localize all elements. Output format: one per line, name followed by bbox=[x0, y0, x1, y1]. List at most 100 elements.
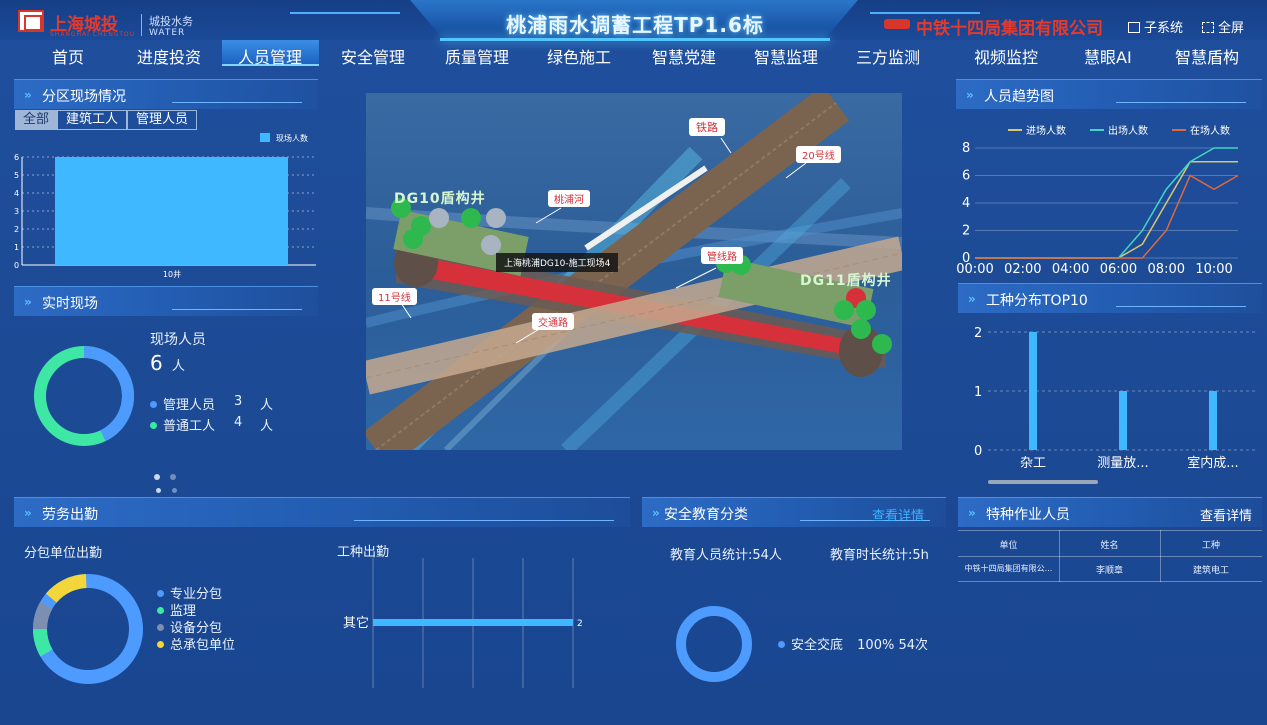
marker-icon[interactable] bbox=[856, 300, 876, 320]
y-tick-label: 6 bbox=[14, 153, 19, 162]
tab-workers[interactable]: 建筑工人 bbox=[57, 110, 127, 130]
legend-label: 监理 bbox=[170, 604, 197, 619]
chevron-right-icon: » bbox=[24, 88, 32, 102]
carousel-dot-1[interactable] bbox=[154, 474, 160, 480]
nav-item-supervision[interactable]: 智慧监理 bbox=[754, 44, 818, 68]
donut-segment-supervision bbox=[32, 574, 143, 684]
marker-icon[interactable] bbox=[486, 208, 506, 228]
subsystem-button[interactable]: 子系统 bbox=[1128, 17, 1183, 36]
leader-line bbox=[720, 137, 732, 154]
nav-item-safety[interactable]: 安全管理 bbox=[341, 44, 405, 68]
carousel-dot-3[interactable] bbox=[156, 488, 161, 493]
tab-managers[interactable]: 管理人员 bbox=[127, 110, 197, 130]
bar-other[interactable] bbox=[373, 619, 573, 626]
fullscreen-label: 全屏 bbox=[1218, 21, 1245, 36]
row-value: 3 bbox=[234, 394, 243, 409]
nav-item-party[interactable]: 智慧党建 bbox=[652, 44, 716, 68]
special-table: 单位 姓名 工种 中铁十四局集团有限公... 李顺章 建筑电工 bbox=[958, 530, 1262, 582]
safety-stat-time: 教育时长统计:5h bbox=[830, 548, 929, 563]
donut-segment-general bbox=[33, 574, 143, 684]
chevron-right-icon: » bbox=[24, 295, 32, 309]
marker-icon[interactable] bbox=[872, 334, 892, 354]
labor-donut bbox=[32, 574, 143, 684]
chevron-right-icon: » bbox=[968, 506, 976, 520]
bar-1[interactable] bbox=[1119, 391, 1127, 450]
legend-item: 专业分包 bbox=[157, 586, 235, 603]
row-name: 普通工人 bbox=[163, 419, 216, 434]
x-tick-label: 00:00 bbox=[956, 262, 993, 277]
marker-icon[interactable] bbox=[461, 208, 481, 228]
logo-divider bbox=[141, 14, 142, 36]
nav-item-monitoring[interactable]: 三方监测 bbox=[856, 44, 920, 68]
nav-item-ai[interactable]: 慧眼AI bbox=[1084, 44, 1132, 68]
legend-swatch bbox=[260, 133, 270, 142]
series-line-0[interactable] bbox=[975, 161, 1238, 259]
special-panel-title: 特种作业人员 bbox=[986, 507, 1070, 523]
legend-label: 出场人数 bbox=[1108, 124, 1148, 137]
marker-icon[interactable] bbox=[403, 229, 423, 249]
table-header-name: 姓名 bbox=[1100, 541, 1119, 551]
map-label-road: 交通路 bbox=[532, 313, 574, 330]
marker-icon[interactable] bbox=[851, 319, 871, 339]
nav-item-green[interactable]: 绿色施工 bbox=[547, 44, 611, 68]
y-tick-label: 3 bbox=[14, 207, 19, 216]
bar-2[interactable] bbox=[1209, 391, 1217, 450]
worktype-scrollbar[interactable] bbox=[988, 480, 1098, 484]
legend-dot bbox=[157, 590, 164, 597]
bar-0[interactable] bbox=[1029, 332, 1037, 450]
worktype-panel-title: 工种分布TOP10 bbox=[986, 293, 1088, 309]
marker-icon[interactable] bbox=[834, 300, 854, 320]
subsystem-label: 子系统 bbox=[1144, 21, 1184, 36]
zone-bar-chart: 6 5 4 3 2 1 0 10井 现场人数 bbox=[14, 133, 316, 279]
realtime-count-unit: 人 bbox=[171, 359, 185, 374]
y-tick-label: 4 bbox=[14, 189, 19, 198]
trend-panel-header: » 人员趋势图 bbox=[956, 79, 1262, 109]
realtime-donut bbox=[34, 346, 134, 446]
special-detail-link[interactable]: 查看详情 bbox=[1200, 505, 1252, 524]
x-tick-label: 室内成... bbox=[1187, 455, 1238, 471]
subsystem-icon bbox=[1128, 22, 1140, 33]
nav-item-home[interactable]: 首页 bbox=[52, 44, 84, 68]
nav-item-video[interactable]: 视频监控 bbox=[974, 44, 1038, 68]
legend-label: 现场人数 bbox=[276, 133, 308, 143]
header-deco-left bbox=[290, 12, 400, 14]
y-tick-label: 1 bbox=[14, 243, 19, 252]
y-tick-label: 0 bbox=[14, 261, 19, 270]
header-underline bbox=[1116, 102, 1246, 103]
legend-dot bbox=[150, 422, 157, 429]
marker-icon[interactable] bbox=[481, 235, 501, 255]
x-tick-label: 04:00 bbox=[1052, 262, 1089, 277]
nav-item-personnel[interactable]: 人员管理 bbox=[238, 44, 302, 68]
realtime-row-workers: 普通工人 4 人 bbox=[150, 415, 290, 434]
tab-all[interactable]: 全部 bbox=[15, 110, 57, 130]
zone-panel-title: 分区现场情况 bbox=[42, 89, 126, 105]
header-underline bbox=[172, 102, 302, 103]
carousel-dot-4[interactable] bbox=[172, 488, 177, 493]
bar-10-well[interactable] bbox=[55, 157, 288, 265]
marker-icon[interactable] bbox=[429, 208, 449, 228]
realtime-count: 6 人 bbox=[150, 351, 185, 375]
nav-item-shield[interactable]: 智慧盾构 bbox=[1175, 44, 1239, 68]
site-3d-map[interactable]: 铁路 20号线 桃浦河 11号线 交通路 管线路 DG10盾构井 DG11盾构井… bbox=[366, 93, 902, 450]
legend-item: 设备分包 bbox=[157, 620, 235, 637]
nav-item-progress[interactable]: 进度投资 bbox=[137, 44, 201, 68]
map-label-line20: 20号线 bbox=[796, 146, 841, 163]
legend-dot bbox=[157, 607, 164, 614]
row-value: 4 bbox=[234, 415, 243, 430]
nav-item-quality[interactable]: 质量管理 bbox=[445, 44, 509, 68]
logo-en-text: SHANGHAI CHENGTOU bbox=[50, 31, 136, 38]
y-tick-label: 5 bbox=[14, 171, 19, 180]
map-label-pipeline: 管线路 bbox=[701, 247, 743, 264]
series-line-2[interactable] bbox=[975, 174, 1239, 259]
x-tick-label: 08:00 bbox=[1148, 262, 1185, 277]
table-grid bbox=[958, 581, 1262, 582]
safety-detail-link[interactable]: 查看详情 bbox=[872, 505, 924, 524]
fullscreen-button[interactable]: 全屏 bbox=[1202, 17, 1244, 36]
x-tick-label: 测量放... bbox=[1097, 456, 1148, 471]
x-tick-label: 06:00 bbox=[1100, 262, 1137, 277]
x-tick-label: 02:00 bbox=[1004, 262, 1041, 277]
labor-panel-title: 劳务出勤 bbox=[42, 507, 98, 523]
y-tick-label: 1 bbox=[974, 385, 982, 400]
table-header-type: 工种 bbox=[1201, 541, 1220, 551]
carousel-dot-2[interactable] bbox=[170, 474, 176, 480]
